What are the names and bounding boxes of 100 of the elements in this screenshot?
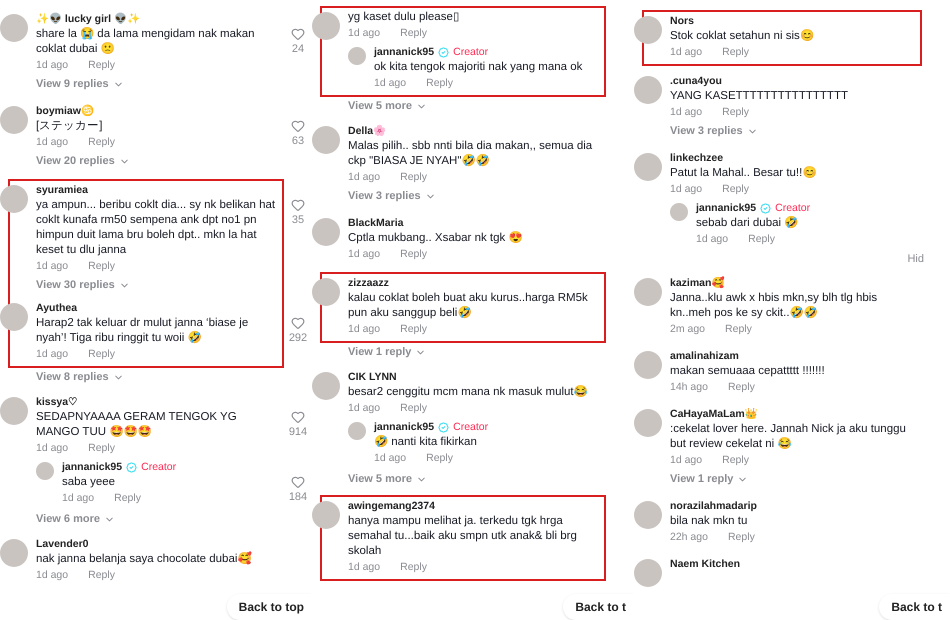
reply-link[interactable]: Reply — [400, 26, 427, 42]
reply-link[interactable]: Reply — [728, 380, 755, 396]
back-to-top-button[interactable]: Back to top — [226, 594, 312, 620]
username[interactable]: jannanick95 — [374, 45, 434, 60]
creator-label: Creator — [453, 45, 488, 60]
username[interactable]: ✨👽 lucky girl 👽✨ — [36, 12, 140, 27]
heart-icon[interactable] — [291, 119, 305, 133]
heart-icon[interactable] — [291, 198, 305, 212]
username[interactable]: amalinahizam — [670, 348, 739, 364]
view-replies-link[interactable]: View 5 more — [348, 97, 427, 116]
username[interactable]: kaziman🥰 — [670, 276, 724, 290]
hide-link[interactable]: Hid — [907, 251, 924, 268]
avatar — [634, 16, 662, 44]
comment-text: YANG KASETTTTTTTTTTTTTTTT — [670, 89, 850, 104]
reply-link[interactable]: Reply — [114, 491, 141, 507]
username[interactable]: zizzaazz — [348, 276, 389, 291]
username[interactable]: jannanick95 — [696, 201, 756, 216]
avatar — [634, 558, 662, 586]
reply-link[interactable]: Reply — [725, 322, 752, 338]
reply-link[interactable]: Reply — [400, 247, 427, 263]
reply-link[interactable]: Reply — [88, 347, 115, 363]
reply-link[interactable]: Reply — [88, 58, 115, 74]
comment-text: [ステッカー] — [36, 119, 104, 134]
reply-link[interactable]: Reply — [426, 76, 453, 92]
username[interactable]: CaHayaMaLam👑 — [670, 406, 758, 422]
back-to-top-button[interactable]: Back to t — [879, 594, 950, 620]
username[interactable]: Ayuthea — [36, 301, 78, 316]
reply-link[interactable]: Reply — [400, 322, 427, 338]
username[interactable]: Nors — [670, 14, 694, 29]
username[interactable]: linkechzee — [670, 151, 724, 166]
reply-link[interactable]: Reply — [722, 105, 749, 121]
username[interactable]: Lavender0 — [36, 537, 89, 552]
view-replies-link[interactable]: View 1 reply — [348, 343, 426, 362]
view-replies-link[interactable]: View 8 replies — [36, 368, 124, 387]
avatar — [670, 203, 688, 221]
reply-link[interactable]: Reply — [88, 259, 115, 275]
reply-link[interactable]: Reply — [722, 182, 749, 198]
comment-text: Patut la Mahal.. Besar tu!!😊 — [670, 166, 818, 181]
username[interactable]: boymiaw♋ — [36, 104, 94, 119]
username[interactable]: awingemang2374 — [348, 499, 435, 514]
username[interactable]: Naem Kitchen — [670, 556, 740, 572]
avatar — [312, 278, 340, 306]
username[interactable]: BlackMaria — [348, 216, 404, 231]
comment-text: besar2 cenggitu mcm mana nk masuk mulut😂 — [348, 385, 589, 400]
reply-link[interactable]: Reply — [400, 170, 427, 186]
view-replies-link[interactable]: View 20 replies — [36, 152, 276, 171]
avatar — [312, 372, 340, 400]
comment-text: bila nak mkn tu — [670, 514, 748, 528]
heart-icon[interactable] — [291, 410, 305, 424]
verified-icon — [438, 422, 450, 433]
username[interactable]: syuramiea — [36, 183, 88, 198]
heart-icon[interactable] — [291, 316, 305, 330]
username[interactable]: CIK LYNN — [348, 370, 397, 385]
reply-link[interactable]: Reply — [426, 451, 453, 467]
comment-text: ya ampun... beribu coklt dia... sy nk belikan hat coklt kunafa rm50 sempena ank dpt no1 pn himpun duit lama bru boleh dpt.. mkn la hat keset tu dlu janna — [36, 198, 276, 258]
reply-link[interactable]: Reply — [88, 441, 115, 457]
avatar — [634, 500, 662, 528]
view-replies-link[interactable]: View 6 more — [36, 510, 115, 529]
reply-link[interactable]: Reply — [722, 45, 749, 61]
comment-time: 1d ago — [374, 451, 406, 466]
reply-link[interactable]: Reply — [728, 530, 755, 546]
reply-link[interactable]: Reply — [88, 568, 115, 584]
comment-time: 1d ago — [348, 247, 380, 262]
back-to-top-button[interactable]: Back to t — [563, 594, 634, 620]
reply-link[interactable]: Reply — [88, 135, 115, 151]
view-replies-link[interactable]: View 3 replies — [670, 122, 914, 141]
heart-icon[interactable] — [291, 475, 305, 489]
comment-text: 🤣 nanti kita fikirkan — [374, 435, 478, 450]
view-replies-link[interactable]: View 9 replies — [36, 75, 276, 94]
view-replies-link[interactable]: View 3 replies — [348, 187, 598, 206]
comment-time: 1d ago — [348, 170, 380, 186]
view-replies-link[interactable]: View 5 more — [348, 470, 427, 489]
comment-time: 1d ago — [696, 232, 728, 248]
reply-link[interactable]: Reply — [722, 452, 749, 468]
like-count: 35 — [292, 213, 304, 228]
username[interactable]: .cuna4you — [670, 74, 722, 89]
reply-link[interactable]: Reply — [400, 560, 427, 576]
reply-link[interactable]: Reply — [748, 232, 775, 248]
heart-icon[interactable] — [291, 27, 305, 41]
username[interactable]: kissya♡ — [36, 395, 78, 410]
comment-time: 1d ago — [36, 58, 68, 74]
comment-time: 1d ago — [670, 105, 702, 120]
comment-text: yg kaset dulu please▯ — [348, 10, 461, 25]
comment-time: 14h ago — [670, 380, 708, 395]
avatar — [634, 278, 662, 306]
username[interactable]: jannanick95 — [374, 420, 434, 435]
comment-time: 1d ago — [348, 322, 380, 338]
username[interactable]: norazilahmadarip — [670, 498, 757, 514]
comment-text: saba yeee — [62, 475, 116, 490]
comment-time: 1d ago — [670, 182, 702, 198]
username[interactable]: jannanick95 — [62, 460, 122, 475]
avatar — [0, 303, 28, 331]
comment-time: 1d ago — [36, 135, 68, 150]
like-count: 292 — [288, 331, 308, 346]
avatar — [0, 14, 28, 42]
view-replies-link[interactable]: View 30 replies — [36, 276, 276, 295]
username[interactable]: Della🌸 — [348, 124, 386, 139]
view-replies-link[interactable]: View 1 reply — [670, 470, 914, 488]
comment-text: sebab dari dubai 🤣 — [696, 216, 800, 231]
reply-link[interactable]: Reply — [400, 401, 427, 417]
